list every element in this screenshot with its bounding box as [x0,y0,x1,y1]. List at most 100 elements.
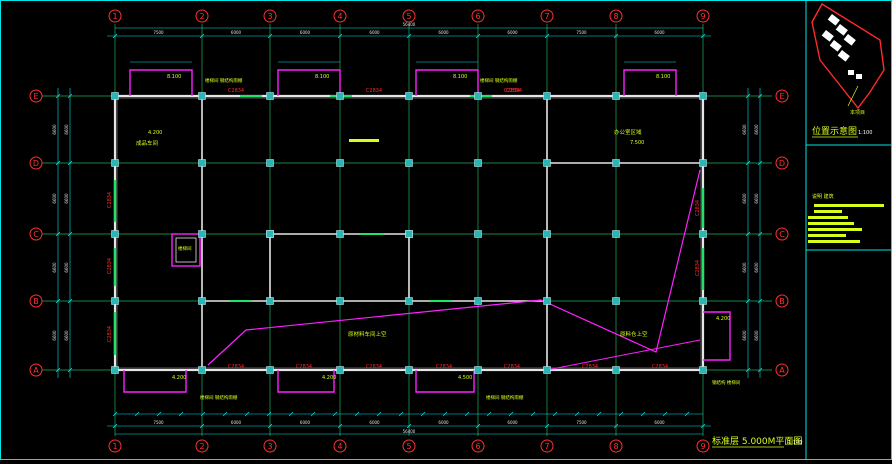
column [544,231,551,238]
room-label-stair: 楼梯间 [178,245,192,252]
opening-bottom-4: C2834 [504,364,520,370]
room-label-lower-right: 原料仓上空 [620,330,648,338]
level-top-1: 8.100 [315,74,329,80]
room-label-upper-left: 成品车间 [136,139,158,147]
column [337,93,344,100]
column [475,367,482,374]
canopy-bottom-0 [124,370,186,392]
location-title: 位置示意图 [812,125,857,137]
site-building-0 [828,14,840,26]
axis-bubble-bottom-8-label: 8 [613,442,618,451]
legend-line-4 [808,228,862,231]
column [199,93,206,100]
note-bottom-2: 楼梯间 钢结构雨棚 [486,394,524,401]
axis-bubble-left-D-label: D [33,159,39,168]
axis-bubble-left-B-label: B [33,297,39,306]
axis-bubble-bottom-1-label: 1 [112,442,117,451]
column [544,367,551,374]
site-marker: 本项目 [850,109,865,116]
axis-bubble-bottom-9-label: 9 [700,442,705,451]
column [267,298,274,305]
column [337,231,344,238]
dim-left-value: 6600 [52,262,57,273]
column [544,298,551,305]
axis-bubble-left-A-label: A [33,366,39,375]
opening-left-1: C2834 [107,258,113,274]
axis-bubble-right-B-label: B [779,297,785,306]
opening-bottom-1: C2834 [296,364,312,370]
dim-top-value: 6000 [507,30,518,35]
dim-right-value: 6600 [742,193,747,204]
axis-bubble-top-3-label: 3 [267,12,272,21]
column [613,367,620,374]
column [406,160,413,167]
legend-line-5 [808,234,846,237]
axis-bubble-right-C-label: C [779,230,785,239]
opening-bottom-0: C2834 [228,364,244,370]
cad-viewport[interactable]: 112233445566778899EEDDCCBBAA 75006000600… [0,0,892,460]
dim-right-outer-value: 6600 [754,262,759,273]
legend-line-2 [808,216,848,219]
note-top-2: 楼梯间 钢结构雨棚 [205,77,243,84]
canopy-top-1 [278,70,340,96]
axis-bubble-right-A-label: A [779,366,785,375]
column [613,298,620,305]
column [267,160,274,167]
level-top-2: 8.100 [453,74,467,80]
dim-left-inner-value: 6600 [64,193,69,204]
dim-top-value: 6000 [369,30,380,35]
column [337,160,344,167]
level-ul: 4.200 [148,130,162,136]
column [199,298,206,305]
canopy-top-2 [416,70,478,96]
dim-left-inner-value: 6600 [64,330,69,341]
site-leader [848,86,858,106]
axis-bubble-right-E-label: E [779,92,784,101]
dim-bottom-value: 6000 [438,420,449,425]
column [112,160,119,167]
level-top-3: 8.100 [656,74,670,80]
site-building-small-1 [848,70,854,75]
site-building-4 [830,40,842,52]
axis-bubble-bottom-4-label: 4 [337,442,342,451]
column [406,367,413,374]
column [475,298,482,305]
axis-bubble-left-E-label: E [33,92,38,101]
room-label-upper-right: 办公室区域 [614,128,642,136]
axis-bubble-bottom-6-label: 6 [475,442,480,451]
plan-scale: 1:100 [788,440,802,446]
canopy-bottom-1 [278,370,334,392]
column [613,93,620,100]
room-highlight-block [349,139,379,142]
column [267,93,274,100]
dim-bottom-value: 6000 [231,420,242,425]
column [475,160,482,167]
opening-bottom-5: C2834 [582,364,598,370]
opening-bottom-2: C2834 [366,364,382,370]
axis-bubble-bottom-3-label: 3 [267,442,272,451]
legend-line-3 [808,222,854,225]
axis-bubble-top-7-label: 7 [544,12,549,21]
level-top-0: 8.100 [167,74,181,80]
opening-top-3: C2834 [504,88,520,94]
column [700,231,707,238]
legend-line-0 [814,204,884,207]
canopy-top-0 [130,70,192,96]
column [267,367,274,374]
site-building-3 [822,30,834,42]
dim-top-value: 6000 [654,30,665,35]
note-right: 钢结构 楼梯间 [712,379,741,386]
dim-bottom-value: 7500 [153,420,164,425]
dim-left-inner-value: 6600 [64,262,69,273]
opening-right-1: C2834 [695,260,701,276]
location-scale: 1:100 [858,130,872,136]
dim-left-value: 6600 [52,330,57,341]
dim-right-outer-value: 6600 [754,193,759,204]
axis-bubble-top-4-label: 4 [337,12,342,21]
note-top: 楼梯间 钢结构雨棚 [480,77,518,84]
section-line-2 [547,340,700,370]
dim-top-value: 7500 [153,30,164,35]
dim-right-value: 6600 [742,262,747,273]
column [544,93,551,100]
column [700,93,707,100]
